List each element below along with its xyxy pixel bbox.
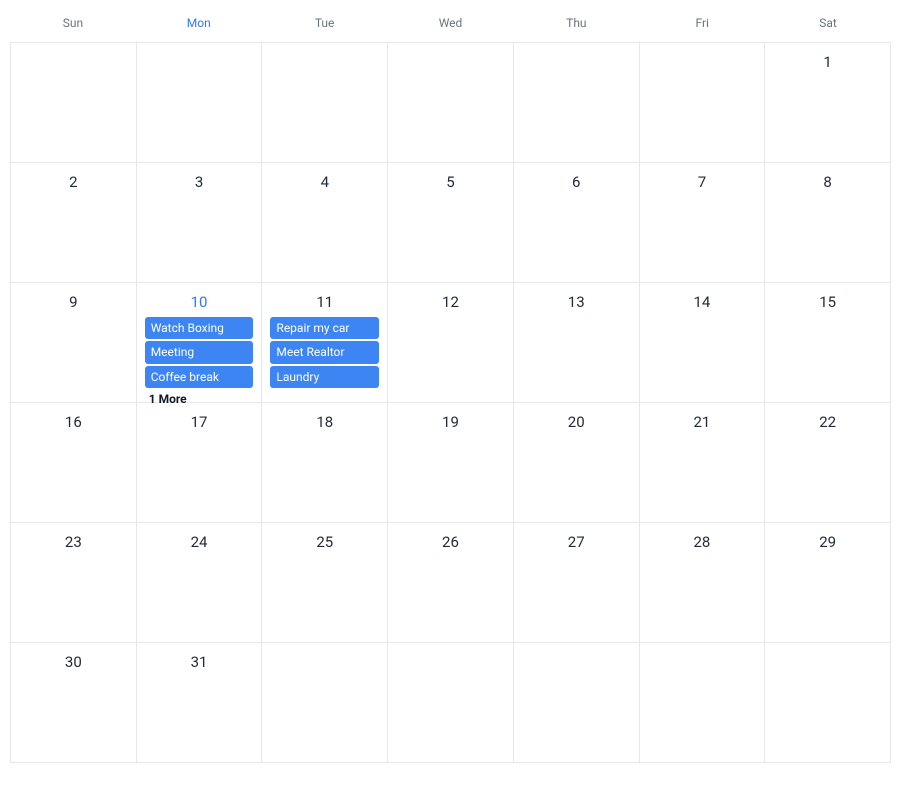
day-cell[interactable]: 6: [513, 163, 639, 283]
day-cell[interactable]: [387, 43, 513, 163]
event-item[interactable]: Laundry: [270, 366, 379, 388]
day-cell[interactable]: 25: [261, 523, 387, 643]
day-cell[interactable]: [764, 643, 890, 763]
day-cell[interactable]: 18: [261, 403, 387, 523]
day-number: 22: [769, 405, 886, 435]
day-cell[interactable]: 3: [136, 163, 262, 283]
weekday-header-row: Sun Mon Tue Wed Thu Fri Sat: [10, 10, 891, 42]
day-number: 3: [141, 165, 258, 195]
day-cell[interactable]: [261, 643, 387, 763]
day-number: 31: [141, 645, 258, 675]
day-number: 23: [15, 525, 132, 555]
day-number: 8: [769, 165, 886, 195]
day-cell[interactable]: 14: [639, 283, 765, 403]
day-number: 18: [266, 405, 383, 435]
day-number: 10: [141, 285, 258, 315]
day-number: 2: [15, 165, 132, 195]
day-cell[interactable]: 9: [10, 283, 136, 403]
day-number: 13: [518, 285, 635, 315]
day-cell[interactable]: 19: [387, 403, 513, 523]
day-cell[interactable]: 4: [261, 163, 387, 283]
day-cell[interactable]: 23: [10, 523, 136, 643]
weekday-header-fri: Fri: [639, 10, 765, 42]
day-cell[interactable]: [136, 43, 262, 163]
day-number: 4: [266, 165, 383, 195]
day-cell[interactable]: 17: [136, 403, 262, 523]
day-number: 6: [518, 165, 635, 195]
day-cell[interactable]: 13: [513, 283, 639, 403]
calendar-grid: 12345678910Watch BoxingMeetingCoffee bre…: [10, 42, 891, 763]
day-cell[interactable]: 11Repair my carMeet Realtor Laundry: [261, 283, 387, 403]
day-cell[interactable]: 15: [764, 283, 890, 403]
day-cell[interactable]: 30: [10, 643, 136, 763]
day-number: 21: [644, 405, 761, 435]
weekday-header-sun: Sun: [10, 10, 136, 42]
day-cell[interactable]: 26: [387, 523, 513, 643]
day-cell[interactable]: 7: [639, 163, 765, 283]
day-number: 26: [392, 525, 509, 555]
day-cell[interactable]: [639, 43, 765, 163]
day-cell[interactable]: 22: [764, 403, 890, 523]
day-cell[interactable]: 29: [764, 523, 890, 643]
day-cell[interactable]: [261, 43, 387, 163]
weekday-header-mon: Mon: [136, 10, 262, 42]
day-number: 27: [518, 525, 635, 555]
day-cell[interactable]: 28: [639, 523, 765, 643]
event-item[interactable]: Repair my car: [270, 317, 379, 339]
day-number: 19: [392, 405, 509, 435]
day-cell[interactable]: [639, 643, 765, 763]
day-cell[interactable]: 24: [136, 523, 262, 643]
day-cell[interactable]: 21: [639, 403, 765, 523]
event-item[interactable]: Meeting: [145, 341, 254, 363]
day-cell[interactable]: 27: [513, 523, 639, 643]
day-number: 20: [518, 405, 635, 435]
day-number: 29: [769, 525, 886, 555]
day-number: 17: [141, 405, 258, 435]
calendar: Sun Mon Tue Wed Thu Fri Sat 12345678910W…: [0, 0, 901, 773]
day-cell[interactable]: 8: [764, 163, 890, 283]
day-number: 9: [15, 285, 132, 315]
day-cell[interactable]: [10, 43, 136, 163]
weekday-header-wed: Wed: [388, 10, 514, 42]
day-cell[interactable]: 1: [764, 43, 890, 163]
day-cell[interactable]: [387, 643, 513, 763]
day-number: 11: [266, 285, 383, 315]
day-number: 15: [769, 285, 886, 315]
event-item[interactable]: Coffee break: [145, 366, 254, 388]
event-item[interactable]: Watch Boxing: [145, 317, 254, 339]
day-cell[interactable]: 16: [10, 403, 136, 523]
weekday-header-sat: Sat: [765, 10, 891, 42]
day-cell[interactable]: 20: [513, 403, 639, 523]
day-cell[interactable]: [513, 643, 639, 763]
day-number: 25: [266, 525, 383, 555]
day-number: 16: [15, 405, 132, 435]
day-cell[interactable]: 12: [387, 283, 513, 403]
day-number: 14: [644, 285, 761, 315]
weekday-header-thu: Thu: [513, 10, 639, 42]
weekday-header-tue: Tue: [262, 10, 388, 42]
day-cell[interactable]: 31: [136, 643, 262, 763]
day-cell[interactable]: 5: [387, 163, 513, 283]
day-number: 12: [392, 285, 509, 315]
day-cell[interactable]: 2: [10, 163, 136, 283]
day-number: 7: [644, 165, 761, 195]
day-cell[interactable]: 10Watch BoxingMeetingCoffee break1 More: [136, 283, 262, 403]
day-number: 28: [644, 525, 761, 555]
day-number: 5: [392, 165, 509, 195]
event-item[interactable]: Meet Realtor: [270, 341, 379, 363]
day-cell[interactable]: [513, 43, 639, 163]
day-number: 24: [141, 525, 258, 555]
day-number: 1: [769, 45, 886, 75]
day-number: 30: [15, 645, 132, 675]
